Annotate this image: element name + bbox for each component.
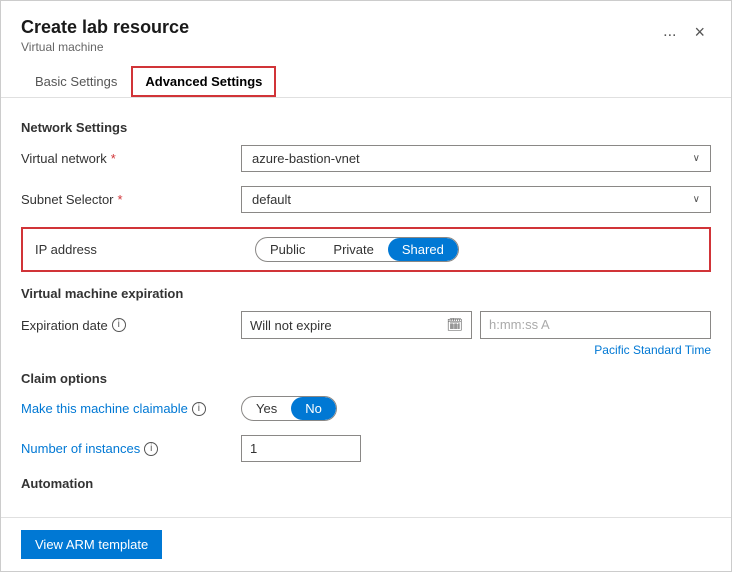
- subnet-row: Subnet Selector * default ∨: [21, 186, 711, 213]
- expiration-section-label: Virtual machine expiration: [21, 286, 711, 301]
- create-lab-resource-dialog: Create lab resource Virtual machine ... …: [0, 0, 732, 572]
- calendar-icon: 🗓: [446, 317, 463, 333]
- virtual-network-select[interactable]: azure-bastion-vnet ∨: [241, 145, 711, 172]
- claimable-toggle: Yes No: [241, 396, 337, 421]
- instances-input[interactable]: [241, 435, 361, 462]
- instances-label: Number of instances i: [21, 441, 241, 456]
- dialog-header: Create lab resource Virtual machine ... …: [1, 1, 731, 54]
- claim-options-section: Claim options Make this machine claimabl…: [21, 371, 711, 462]
- expiration-date-row: Expiration date i Will not expire 🗓 h:mm…: [21, 311, 711, 339]
- dialog-footer: View ARM template: [1, 517, 731, 571]
- instances-row: Number of instances i: [21, 435, 711, 462]
- tabs-row: Basic Settings Advanced Settings: [1, 54, 731, 98]
- virtual-network-chevron: ∨: [693, 153, 700, 164]
- network-settings-section: Network Settings Virtual network * azure…: [21, 120, 711, 272]
- ip-option-private[interactable]: Private: [319, 238, 387, 261]
- ip-option-public[interactable]: Public: [256, 238, 319, 261]
- network-settings-label: Network Settings: [21, 120, 711, 135]
- automation-section: Automation: [21, 476, 711, 491]
- claimable-row: Make this machine claimable i Yes No: [21, 396, 711, 421]
- virtual-network-value: azure-bastion-vnet: [252, 151, 360, 166]
- tab-advanced[interactable]: Advanced Settings: [131, 66, 276, 97]
- dialog-subtitle: Virtual machine: [21, 40, 189, 54]
- automation-label: Automation: [21, 476, 711, 491]
- claimable-info-icon[interactable]: i: [192, 402, 206, 416]
- subnet-required-star: *: [118, 192, 123, 207]
- subnet-chevron: ∨: [693, 194, 700, 205]
- required-star: *: [111, 151, 116, 166]
- date-fields: Will not expire 🗓 h:mm:ss A: [241, 311, 711, 339]
- subnet-select[interactable]: default ∨: [241, 186, 711, 213]
- expiration-section: Virtual machine expiration Expiration da…: [21, 286, 711, 357]
- time-placeholder: h:mm:ss A: [489, 317, 550, 332]
- dialog-title: Create lab resource: [21, 17, 189, 38]
- close-button[interactable]: ×: [688, 21, 711, 43]
- title-group: Create lab resource Virtual machine: [21, 17, 189, 54]
- expiration-date-input[interactable]: Will not expire 🗓: [241, 311, 472, 339]
- view-arm-button[interactable]: View ARM template: [21, 530, 162, 559]
- date-value: Will not expire: [250, 318, 442, 333]
- expiration-info-icon[interactable]: i: [112, 318, 126, 332]
- virtual-network-row: Virtual network * azure-bastion-vnet ∨: [21, 145, 711, 172]
- ip-address-label: IP address: [35, 242, 255, 257]
- claimable-no[interactable]: No: [291, 397, 336, 420]
- header-actions: ... ×: [659, 21, 711, 43]
- ip-option-shared[interactable]: Shared: [388, 238, 458, 261]
- virtual-network-control: azure-bastion-vnet ∨: [241, 145, 711, 172]
- timezone-row: Pacific Standard Time: [21, 343, 711, 357]
- ellipsis-button[interactable]: ...: [659, 21, 680, 43]
- claimable-yes[interactable]: Yes: [242, 397, 291, 420]
- subnet-value: default: [252, 192, 291, 207]
- tab-basic[interactable]: Basic Settings: [21, 66, 131, 97]
- ip-address-row: IP address Public Private Shared: [21, 227, 711, 272]
- dialog-body: Network Settings Virtual network * azure…: [1, 98, 731, 517]
- subnet-control: default ∨: [241, 186, 711, 213]
- subnet-label: Subnet Selector *: [21, 192, 241, 207]
- claim-options-label: Claim options: [21, 371, 711, 386]
- expiration-time-input[interactable]: h:mm:ss A: [480, 311, 711, 339]
- instances-info-icon[interactable]: i: [144, 442, 158, 456]
- virtual-network-label: Virtual network *: [21, 151, 241, 166]
- timezone-text[interactable]: Pacific Standard Time: [594, 343, 711, 357]
- ip-toggle-group: Public Private Shared: [255, 237, 459, 262]
- claimable-label: Make this machine claimable i: [21, 401, 241, 416]
- expiration-date-label: Expiration date i: [21, 318, 241, 333]
